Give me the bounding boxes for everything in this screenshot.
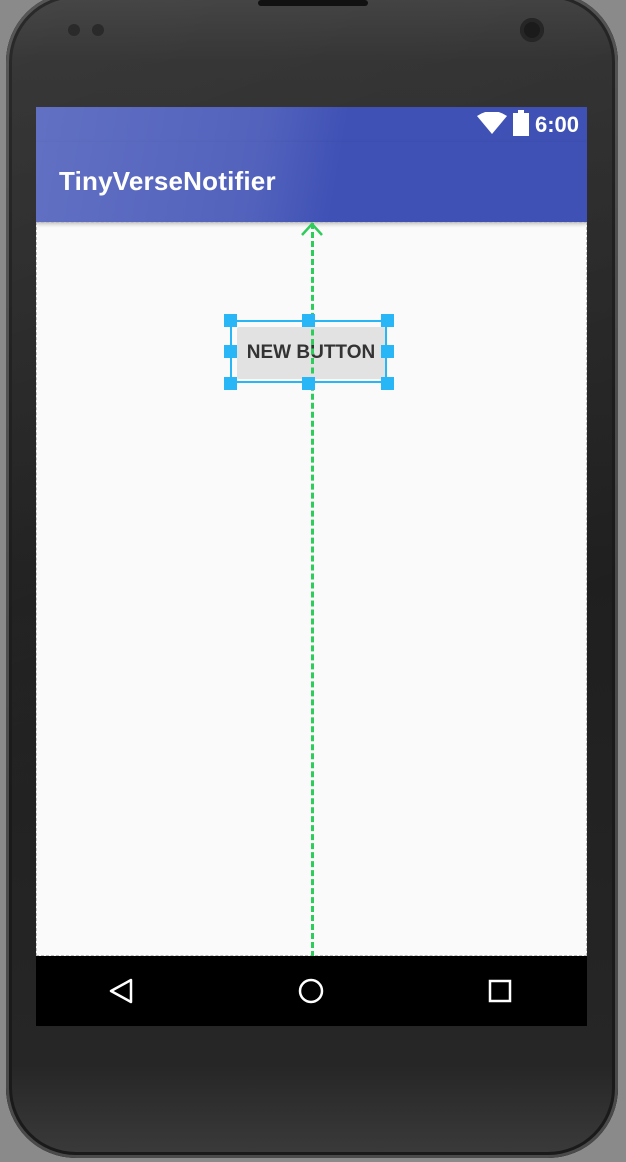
resize-handle-bottom-right[interactable]: [381, 377, 394, 390]
resize-handle-top-right[interactable]: [381, 314, 394, 327]
sensor-dot: [68, 24, 80, 36]
sensor-dot: [92, 24, 104, 36]
front-camera: [520, 18, 544, 42]
battery-icon: [512, 110, 529, 140]
resize-handle-top-left[interactable]: [224, 314, 237, 327]
status-time: 6:00: [534, 112, 579, 137]
app-title: TinyVerseNotifier: [59, 166, 276, 196]
home-icon: [298, 978, 324, 1004]
resize-handle-bottom[interactable]: [302, 377, 315, 390]
navigation-bar: [36, 956, 587, 1026]
nav-home-button[interactable]: [266, 956, 356, 1026]
app-bar: TinyVerseNotifier: [36, 142, 587, 222]
nav-back-button[interactable]: [76, 956, 166, 1026]
resize-handle-top[interactable]: [302, 314, 315, 327]
resize-handle-bottom-left[interactable]: [224, 377, 237, 390]
resize-handle-right[interactable]: [381, 345, 394, 358]
device-screen: 6:00 TinyVerseNotifier NEW BUTTON: [36, 107, 587, 1026]
constraint-guide-line-over-button: [311, 320, 314, 383]
constraint-arrow-icon: [301, 222, 323, 236]
wifi-icon: [476, 111, 507, 138]
nav-recents-button[interactable]: [455, 956, 545, 1026]
status-bar: 6:00: [36, 107, 587, 142]
speaker-grille: [258, 0, 368, 6]
layout-canvas[interactable]: NEW BUTTON: [36, 222, 587, 957]
resize-handle-left[interactable]: [224, 345, 237, 358]
back-icon: [109, 978, 133, 1004]
status-icons: 6:00: [476, 110, 579, 140]
recents-icon: [488, 979, 512, 1003]
